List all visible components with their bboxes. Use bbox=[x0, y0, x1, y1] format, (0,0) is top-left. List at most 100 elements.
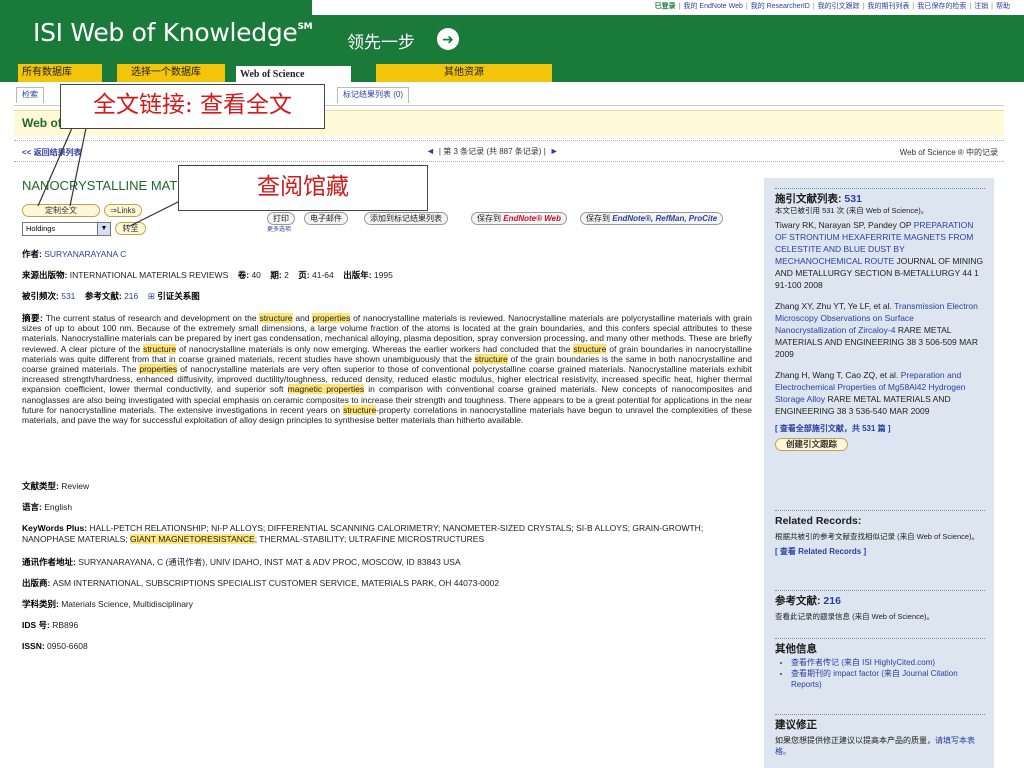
abstract-label: 摘要: bbox=[22, 313, 43, 323]
links-button[interactable]: ⇒Links bbox=[104, 204, 142, 217]
language-label: 语言: bbox=[22, 502, 42, 512]
top-link[interactable]: 我的期刊列表 bbox=[868, 3, 910, 10]
author-biography-link[interactable]: 查看作者传记 (来自 ISI HighlyCited.com) bbox=[791, 657, 985, 668]
related-records-title: Related Records: bbox=[775, 515, 862, 527]
create-citation-alert-button[interactable]: 创建引文跟踪 bbox=[775, 438, 849, 451]
references-heading: 参考文献: 216 bbox=[775, 596, 985, 607]
divider bbox=[775, 188, 985, 189]
endnote-web-label: EndNote® Web bbox=[503, 214, 561, 223]
cited-by-section: 施引文献列表: 531 本文已被引用 531 次 (来自 Web of Scie… bbox=[775, 194, 985, 451]
add-to-marked-list-button[interactable]: 添加到标记结果列表 bbox=[364, 212, 448, 225]
highlight-term: GIANT MAGNETORESISTANCE bbox=[130, 534, 255, 544]
fulltext-button[interactable]: 定制全文 bbox=[22, 204, 100, 217]
cited-by-count-link[interactable]: 531 bbox=[844, 193, 862, 205]
top-link[interactable]: 我的引文跟踪 bbox=[818, 3, 860, 10]
category-label: 学科类别: bbox=[22, 599, 59, 609]
email-button[interactable]: 电子邮件 bbox=[304, 212, 348, 225]
highlight-term: properties bbox=[312, 313, 351, 323]
volume-value: 40 bbox=[251, 270, 261, 280]
highlight-term: structure bbox=[259, 313, 293, 323]
references-label: 参考文献: bbox=[84, 291, 122, 301]
references-link[interactable]: 216 bbox=[124, 291, 138, 301]
abstract: 摘要: The current status of research and d… bbox=[22, 313, 752, 425]
chevron-down-icon[interactable]: ▼ bbox=[97, 223, 110, 235]
citation-map-link[interactable]: 引证关系图 bbox=[157, 291, 200, 301]
suggest-correction-title: 建议修正 bbox=[775, 719, 817, 731]
highlight-term: structure bbox=[474, 353, 508, 364]
top-link[interactable]: 帮助 bbox=[996, 3, 1010, 10]
ids-label: IDS 号: bbox=[22, 620, 50, 630]
related-records-section: Related Records: 根据共被引的参考文献查找相似记录 (来自 We… bbox=[775, 516, 985, 557]
top-link[interactable]: 我的 ResearcherID bbox=[751, 3, 810, 10]
address-label: 通讯作者地址: bbox=[22, 557, 76, 567]
top-link[interactable]: 我的 EndNote Web bbox=[683, 3, 742, 10]
references-count-link[interactable]: 216 bbox=[823, 595, 841, 607]
citation-map-icon[interactable]: ⊞ bbox=[148, 291, 155, 301]
language-field: 语言: English bbox=[22, 502, 752, 513]
issn-label: ISSN: bbox=[22, 641, 45, 651]
times-cited-link[interactable]: 531 bbox=[61, 291, 75, 301]
link-separator: | bbox=[812, 3, 815, 10]
language-value: English bbox=[44, 502, 73, 512]
author-label: 作者: bbox=[22, 249, 42, 259]
subtab-marked-list[interactable]: 标记结果列表 (0) bbox=[337, 87, 409, 103]
doctype-value: Review bbox=[61, 481, 90, 491]
references-title: 参考文献: bbox=[775, 595, 821, 607]
link-separator: | bbox=[862, 3, 865, 10]
pages-label: 页: bbox=[298, 270, 310, 280]
next-record-icon[interactable]: ► bbox=[546, 146, 563, 156]
year-label: 出版年: bbox=[343, 270, 372, 280]
top-link[interactable]: 我已保存的检索 bbox=[917, 3, 966, 10]
tab-other-resources[interactable]: 其他资源 bbox=[376, 64, 552, 82]
highlight-term: structure bbox=[343, 404, 377, 415]
ids-value: RB896 bbox=[52, 620, 79, 630]
brand-name: ISI Web of Knowledge bbox=[33, 18, 298, 47]
abstract-text-2: and bbox=[292, 313, 313, 323]
publisher-label: 出版商: bbox=[22, 578, 51, 588]
view-related-records-link[interactable]: [ 查看 Related Records ] bbox=[775, 546, 985, 557]
citing-article: Zhang XY, Zhu YT, Ye LF, et al. Transmis… bbox=[775, 300, 985, 360]
save-to-endnote-web-button[interactable]: 保存到 EndNote® Web bbox=[471, 212, 567, 225]
view-all-citing-link[interactable]: [ 查看全部施引文献，共 531 篇 ] bbox=[775, 423, 985, 434]
tab-web-of-science[interactable]: Web of Science bbox=[236, 64, 351, 82]
go-button[interactable]: 转至 bbox=[115, 222, 146, 235]
record-position: ◄ | 第 3 条记录 (共 887 条记录) | ► bbox=[422, 146, 563, 157]
tab-select-database[interactable]: 选择一个数据库 bbox=[117, 64, 225, 82]
divider bbox=[775, 638, 985, 639]
holdings-select[interactable]: Holdings ▼ bbox=[22, 222, 111, 236]
references-description: 查看此记录的题录信息 (来自 Web of Science)。 bbox=[775, 612, 935, 621]
highlight-term: structure bbox=[573, 343, 607, 354]
suggest-correction-section: 建议修正 如果您想提供修正建议以提高本产品的质量，请填写本表格。 bbox=[775, 720, 985, 757]
year-value: 1995 bbox=[373, 270, 393, 280]
doctype-label: 文献类型: bbox=[22, 481, 59, 491]
link-separator: | bbox=[991, 3, 993, 10]
save-to-reference-software-button[interactable]: 保存到 EndNote®, RefMan, ProCite bbox=[580, 212, 724, 225]
holdings-callout: 查阅馆藏 bbox=[178, 165, 428, 211]
prev-record-icon[interactable]: ◄ bbox=[422, 146, 439, 156]
top-banner: 已登录 | 我的 EndNote Web | 我的 ResearcherID | 我的引文跟… bbox=[0, 0, 1024, 82]
save-to-label: 保存到 bbox=[477, 214, 501, 223]
suggest-correction-text: 如果您想提供修正建议以提高本产品的质量，请填写本表格。 bbox=[775, 735, 985, 757]
tab-select-database-label: 选择一个数据库 bbox=[131, 67, 201, 78]
brand-logo[interactable]: ISI Web of KnowledgeSM bbox=[33, 18, 313, 47]
author-link[interactable]: SURYANARAYANA C bbox=[44, 249, 126, 259]
ids-field: IDS 号: RB896 bbox=[22, 620, 752, 631]
top-link[interactable]: 已登录 bbox=[655, 3, 676, 10]
journal-impact-factor-link[interactable]: 查看期刊的 impact factor (来自 Journal Citation… bbox=[791, 668, 985, 690]
suggest-correction-description: 如果您想提供修正建议以提高本产品的质量， bbox=[775, 736, 935, 745]
brand-slogan: 领先一步 bbox=[347, 33, 415, 53]
subtab-search[interactable]: 检索 bbox=[16, 87, 44, 103]
arrow-right-circle-icon[interactable]: ➜ bbox=[437, 28, 459, 50]
abstract-text-1: The current status of research and devel… bbox=[45, 313, 260, 323]
tab-all-databases[interactable]: 所有数据库 bbox=[18, 64, 102, 82]
database-tabs: 所有数据库 选择一个数据库 Web of Science 其他资源 bbox=[18, 64, 1024, 82]
top-link[interactable]: 注销 bbox=[974, 3, 988, 10]
citing-article-authors: Tiwary RK, Narayan SP, Pandey OP bbox=[775, 220, 912, 230]
publisher-field: 出版商: ASM INTERNATIONAL, SUBSCRIPTIONS SP… bbox=[22, 578, 752, 589]
more-options-link[interactable]: 更多选项 bbox=[267, 224, 291, 233]
keywords-text-2: ; THERMAL-STABILITY; ULTRAFINE MICROSTRU… bbox=[254, 534, 485, 544]
divider bbox=[775, 590, 985, 591]
highlight-term: structure bbox=[143, 343, 177, 354]
back-to-results-link[interactable]: << 返回结果列表 bbox=[22, 147, 82, 158]
record-nav: << 返回结果列表 ◄ | 第 3 条记录 (共 887 条记录) | ► Web … bbox=[14, 140, 1004, 162]
